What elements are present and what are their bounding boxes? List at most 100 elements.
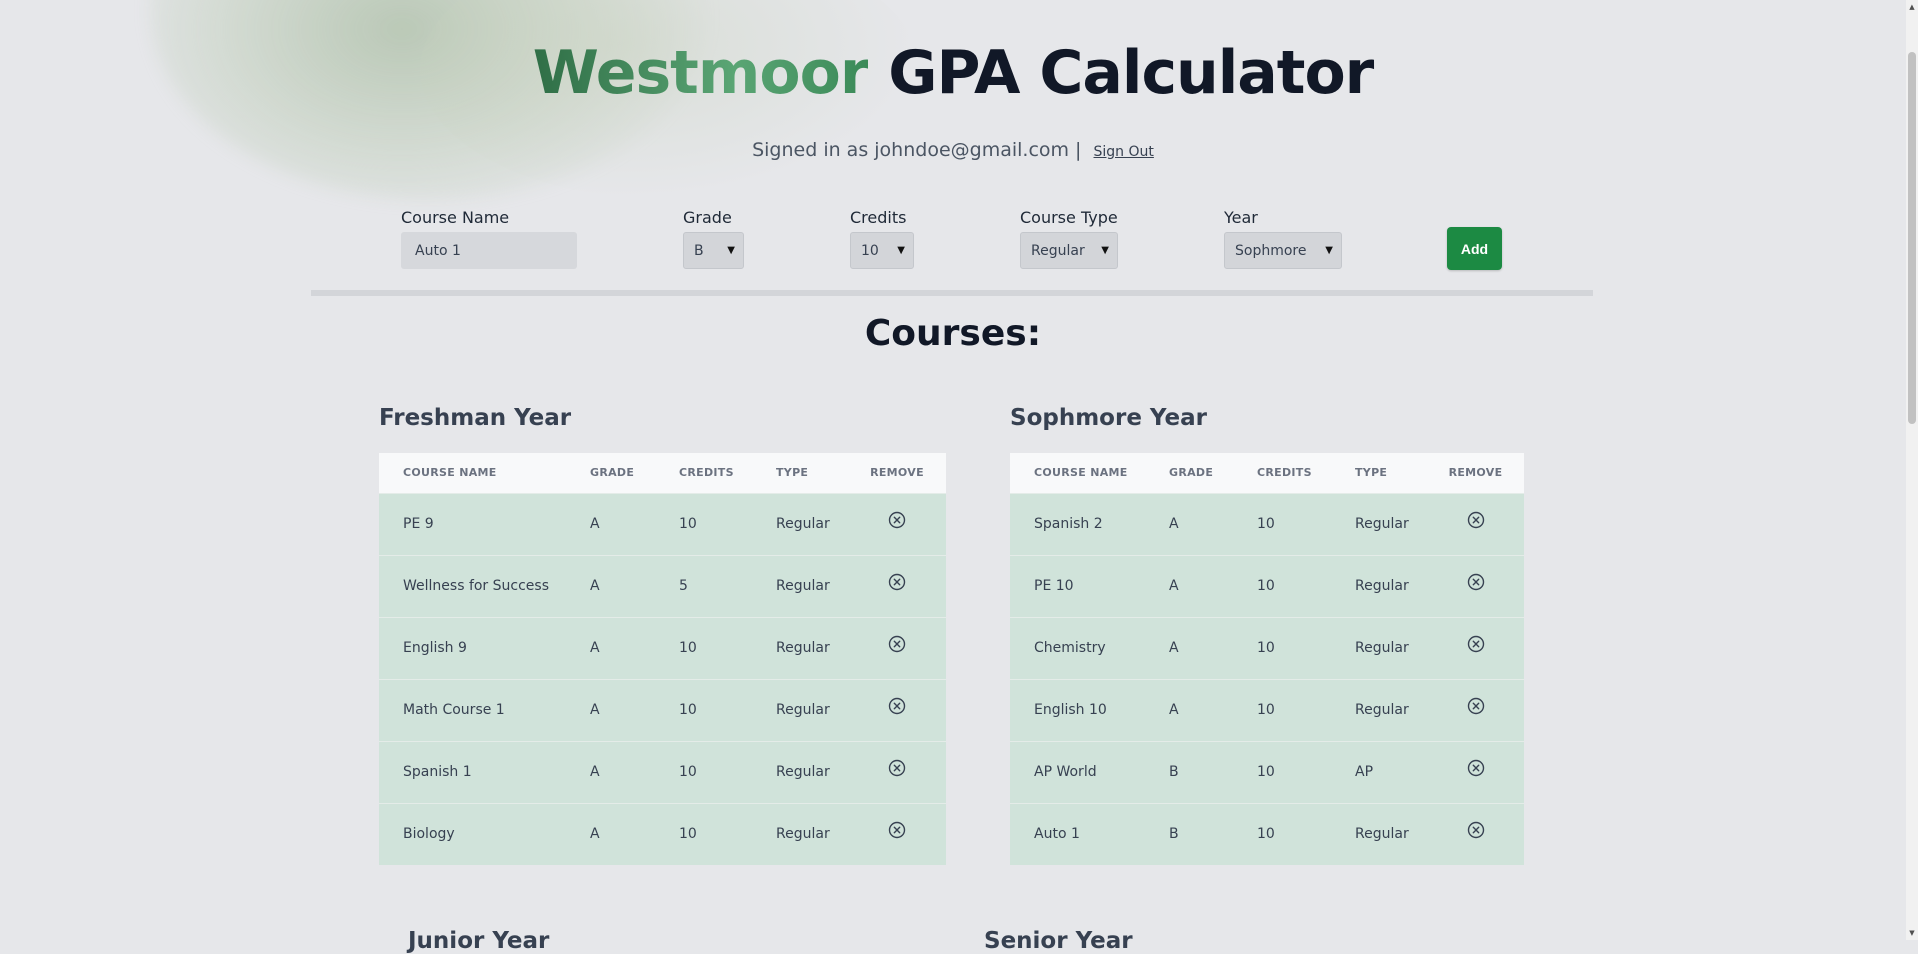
course-name-cell: Spanish 2 xyxy=(1034,516,1103,532)
year-label: Year xyxy=(1224,208,1258,227)
course-type-select[interactable]: Regular ▼ xyxy=(1020,232,1118,269)
credits-label: Credits xyxy=(850,208,907,227)
credits-cell: 10 xyxy=(1257,640,1275,656)
type-cell: Regular xyxy=(776,702,830,718)
table-row: PE 9 A 10 Regular xyxy=(379,493,946,555)
table-row: Auto 1 B 10 Regular xyxy=(1010,803,1524,865)
remove-circle-x-icon[interactable] xyxy=(888,511,906,529)
grade-cell: B xyxy=(1169,764,1179,780)
scrollbar-thumb[interactable] xyxy=(1908,52,1916,424)
signed-in-text: Signed in as johndoe@gmail.com | xyxy=(752,139,1082,161)
credits-cell: 10 xyxy=(679,764,697,780)
title-text: GPA Calculator xyxy=(868,38,1374,108)
credits-cell: 10 xyxy=(1257,516,1275,532)
type-cell: Regular xyxy=(1355,826,1409,843)
credits-cell: 10 xyxy=(679,640,697,656)
remove-circle-x-icon[interactable] xyxy=(888,821,906,839)
course-name-cell: Chemistry xyxy=(1034,640,1106,656)
course-name-cell: Math Course 1 xyxy=(403,702,505,718)
remove-cell xyxy=(848,741,946,803)
remove-circle-x-icon[interactable] xyxy=(888,697,906,715)
remove-circle-x-icon[interactable] xyxy=(1467,511,1485,529)
column-header-remove: REMOVE xyxy=(1448,466,1503,480)
chevron-down-icon: ▼ xyxy=(727,245,735,256)
table-row: PE 10 A 10 Regular xyxy=(1010,555,1524,617)
course-name-cell: Wellness for Success xyxy=(403,578,549,594)
remove-cell xyxy=(1427,493,1524,555)
remove-cell xyxy=(848,617,946,679)
grade-cell: A xyxy=(1169,578,1179,594)
grade-cell: A xyxy=(590,578,600,594)
table-row: Spanish 2 A 10 Regular xyxy=(1010,493,1524,555)
credits-cell: 10 xyxy=(679,826,697,843)
table-row: Biology A 10 Regular xyxy=(379,803,946,865)
freshman-courses-table: COURSE NAME GRADE CREDITS TYPE REMOVE PE… xyxy=(379,453,946,865)
add-course-button[interactable]: Add xyxy=(1447,227,1502,270)
credits-cell: 10 xyxy=(679,702,697,718)
type-cell: Regular xyxy=(776,764,830,780)
type-cell: Regular xyxy=(776,640,830,656)
remove-circle-x-icon[interactable] xyxy=(1467,635,1485,653)
grade-select[interactable]: B ▼ xyxy=(683,232,744,269)
remove-cell xyxy=(1427,803,1524,865)
grade-cell: A xyxy=(590,640,600,656)
credits-select-value: 10 xyxy=(861,242,879,259)
grade-cell: B xyxy=(1169,826,1179,843)
signed-in-bar: Signed in as johndoe@gmail.com | Sign Ou… xyxy=(0,139,1906,161)
remove-circle-x-icon[interactable] xyxy=(1467,697,1485,715)
credits-cell: 10 xyxy=(1257,702,1275,718)
table-row: Wellness for Success A 5 Regular xyxy=(379,555,946,617)
column-header-type: TYPE xyxy=(776,466,809,480)
course-name-cell: Spanish 1 xyxy=(403,764,472,780)
junior-year-title: Junior Year xyxy=(408,928,550,954)
divider xyxy=(311,290,1593,296)
column-header-type: TYPE xyxy=(1355,466,1388,480)
remove-circle-x-icon[interactable] xyxy=(888,759,906,777)
remove-cell xyxy=(848,803,946,865)
type-cell: Regular xyxy=(1355,702,1409,718)
remove-circle-x-icon[interactable] xyxy=(1467,573,1485,591)
credits-select[interactable]: 10 ▼ xyxy=(850,232,914,269)
sophomore-year-title: Sophmore Year xyxy=(1010,405,1207,431)
remove-cell xyxy=(848,555,946,617)
type-cell: Regular xyxy=(1355,640,1409,656)
scroll-down-arrow-icon[interactable]: ▼ xyxy=(1908,928,1916,938)
course-name-input[interactable] xyxy=(401,232,577,269)
course-name-cell: Biology xyxy=(403,826,455,843)
sign-out-link[interactable]: Sign Out xyxy=(1094,144,1154,160)
chevron-down-icon: ▼ xyxy=(1101,245,1109,256)
course-type-select-value: Regular xyxy=(1031,242,1085,259)
column-header-course-name: COURSE NAME xyxy=(1034,466,1128,480)
grade-cell: A xyxy=(590,516,600,532)
column-header-course-name: COURSE NAME xyxy=(403,466,497,480)
course-name-cell: English 9 xyxy=(403,640,467,656)
type-cell: AP xyxy=(1355,764,1374,780)
remove-circle-x-icon[interactable] xyxy=(1467,759,1485,777)
type-cell: Regular xyxy=(776,826,830,843)
column-header-grade: GRADE xyxy=(590,466,635,480)
type-cell: Regular xyxy=(776,578,830,594)
remove-cell xyxy=(1427,679,1524,741)
remove-circle-x-icon[interactable] xyxy=(888,635,906,653)
credits-cell: 10 xyxy=(1257,826,1275,843)
course-name-label: Course Name xyxy=(401,208,510,227)
table-row: AP World B 10 AP xyxy=(1010,741,1524,803)
freshman-year-title: Freshman Year xyxy=(379,405,572,431)
course-name-cell: AP World xyxy=(1034,764,1097,780)
scroll-up-arrow-icon[interactable]: ▲ xyxy=(1908,2,1916,12)
remove-circle-x-icon[interactable] xyxy=(1467,821,1485,839)
type-cell: Regular xyxy=(776,516,830,532)
remove-circle-x-icon[interactable] xyxy=(888,573,906,591)
grade-cell: A xyxy=(1169,702,1179,718)
table-row: Math Course 1 A 10 Regular xyxy=(379,679,946,741)
credits-cell: 5 xyxy=(679,578,688,594)
grade-cell: A xyxy=(590,764,600,780)
remove-cell xyxy=(1427,617,1524,679)
year-select[interactable]: Sophmore ▼ xyxy=(1224,232,1342,269)
grade-cell: A xyxy=(1169,516,1179,532)
credits-cell: 10 xyxy=(1257,578,1275,594)
remove-cell xyxy=(848,679,946,741)
table-row: English 10 A 10 Regular xyxy=(1010,679,1524,741)
credits-cell: 10 xyxy=(1257,764,1275,780)
page-scrollbar[interactable]: ▲ ▼ xyxy=(1906,0,1918,940)
